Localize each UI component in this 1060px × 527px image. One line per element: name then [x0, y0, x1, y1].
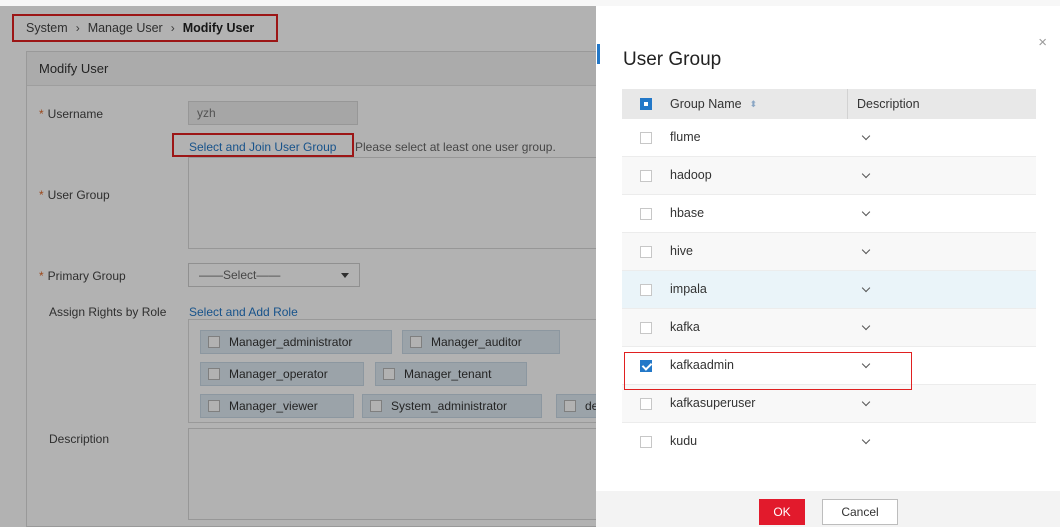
column-divider: [847, 89, 848, 119]
group-name: kudu: [670, 434, 698, 448]
chevron-down-icon[interactable]: [861, 207, 871, 217]
modal-overlay[interactable]: [0, 6, 596, 527]
table-row[interactable]: kafkasuperuser: [622, 385, 1036, 423]
user-group-dialog: User Group × Group Name ⬍ Description flu…: [596, 22, 1060, 527]
chevron-down-icon[interactable]: [861, 131, 871, 141]
checkbox-icon[interactable]: [640, 398, 652, 410]
checkbox-icon[interactable]: [640, 436, 652, 448]
dialog-accent-bar: [597, 44, 600, 64]
chevron-down-icon[interactable]: [861, 321, 871, 331]
table-row[interactable]: flume: [622, 119, 1036, 157]
group-name: hbase: [670, 206, 705, 220]
chevron-down-icon[interactable]: [861, 283, 871, 293]
checkbox-icon[interactable]: [640, 170, 652, 182]
table-row[interactable]: hadoop: [622, 157, 1036, 195]
group-name: hive: [670, 244, 693, 258]
checkbox-icon[interactable]: [640, 132, 652, 144]
checkbox-icon[interactable]: [640, 322, 652, 334]
table-row[interactable]: impala: [622, 271, 1036, 309]
chevron-down-icon[interactable]: [861, 397, 871, 407]
group-name: flume: [670, 130, 701, 144]
dialog-footer: OK Cancel: [596, 491, 1060, 527]
chevron-down-icon[interactable]: [861, 245, 871, 255]
chevron-down-icon[interactable]: [861, 169, 871, 179]
group-name: impala: [670, 282, 707, 296]
ok-button[interactable]: OK: [759, 499, 805, 525]
selected-row-highlight: [624, 352, 912, 390]
table-header: Group Name ⬍ Description: [622, 89, 1036, 119]
checkbox-icon[interactable]: [640, 284, 652, 296]
close-icon[interactable]: ×: [1038, 34, 1047, 51]
group-name: kafkasuperuser: [670, 396, 756, 410]
group-name: hadoop: [670, 168, 712, 182]
group-name-header-label: Group Name: [670, 97, 742, 111]
column-header-group-name[interactable]: Group Name ⬍: [670, 97, 757, 111]
select-all-checkbox[interactable]: [640, 98, 652, 110]
user-group-table: Group Name ⬍ Description flume hadoop hba…: [622, 89, 1036, 461]
table-row[interactable]: kudu: [622, 423, 1036, 461]
page: System › Manage User › Modify User Modif…: [0, 0, 1060, 527]
cancel-button[interactable]: Cancel: [822, 499, 898, 525]
sort-icon[interactable]: ⬍: [750, 100, 758, 109]
column-header-description: Description: [857, 97, 920, 111]
table-row[interactable]: kafka: [622, 309, 1036, 347]
group-name: kafka: [670, 320, 700, 334]
checkbox-icon[interactable]: [640, 246, 652, 258]
table-row[interactable]: hbase: [622, 195, 1036, 233]
table-row[interactable]: hive: [622, 233, 1036, 271]
dialog-title: User Group: [623, 49, 722, 70]
chevron-down-icon[interactable]: [861, 435, 871, 445]
checkbox-icon[interactable]: [640, 208, 652, 220]
